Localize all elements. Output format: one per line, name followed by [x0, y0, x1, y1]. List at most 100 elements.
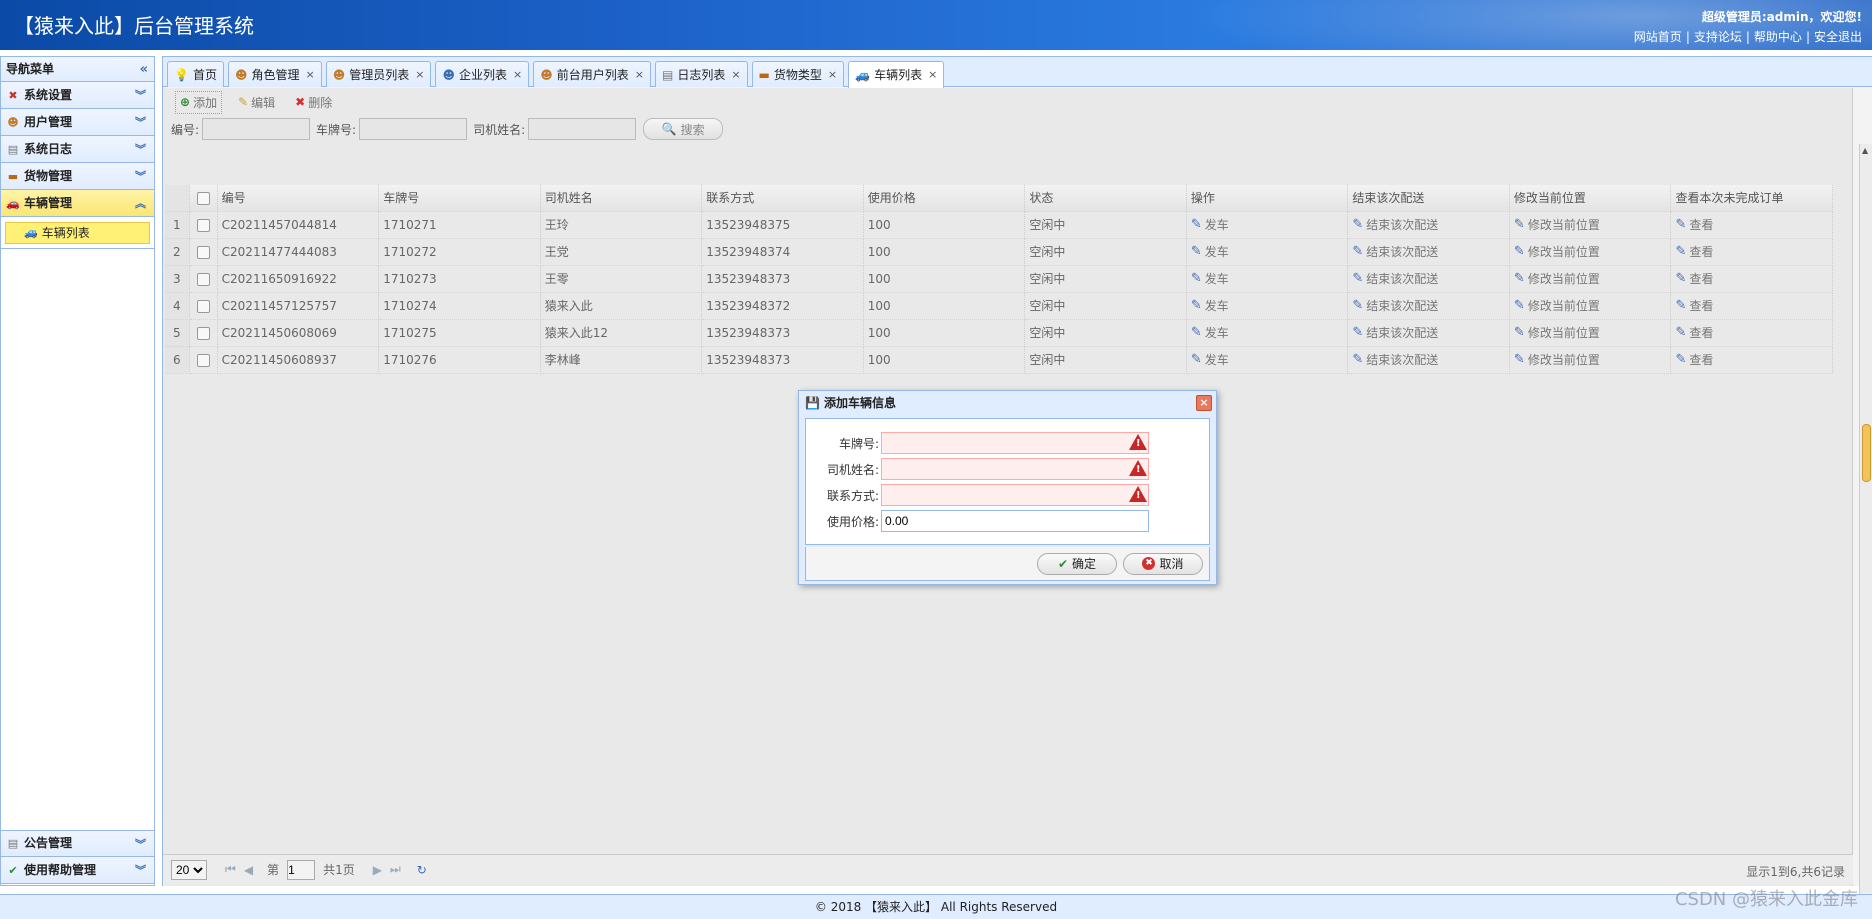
- select-all-checkbox[interactable]: [196, 191, 210, 205]
- refresh-icon[interactable]: ↻: [417, 863, 427, 877]
- col-header-end-delivery[interactable]: 结束该次配送: [1347, 185, 1510, 212]
- send-vehicle-link[interactable]: ✎ 发车: [1191, 351, 1229, 368]
- link-logout[interactable]: 安全退出: [1814, 30, 1862, 44]
- close-icon[interactable]: ×: [928, 63, 937, 87]
- end-delivery-link[interactable]: ✎ 结束该次配送: [1352, 216, 1438, 233]
- close-icon[interactable]: ×: [731, 63, 740, 87]
- tab-goods-type[interactable]: ▬ 货物类型 ×: [751, 61, 845, 87]
- modify-location-link[interactable]: ✎ 修改当前位置: [1514, 324, 1600, 341]
- table-row[interactable]: 5 C20211450608069 1710275 猿来入此12 13523948373…: [165, 319, 1833, 347]
- phone-field[interactable]: [881, 484, 1149, 506]
- row-checkbox[interactable]: [196, 218, 210, 232]
- sidebar-item-system-log[interactable]: ▤ 系统日志 ︾: [1, 136, 154, 163]
- number-search-input[interactable]: [202, 118, 311, 140]
- plate-search-input[interactable]: [359, 118, 468, 140]
- last-page-icon[interactable]: ⏭: [390, 862, 401, 877]
- close-icon[interactable]: ×: [635, 63, 644, 87]
- modify-location-link[interactable]: ✎ 修改当前位置: [1514, 270, 1600, 287]
- driver-name-field[interactable]: [881, 458, 1149, 480]
- chevron-down-icon[interactable]: ︾: [135, 163, 146, 190]
- cancel-button[interactable]: ✖ 取消: [1123, 552, 1203, 575]
- col-header-status[interactable]: 状态: [1024, 185, 1187, 212]
- sidebar-item-vehicle-management[interactable]: 🚗 车辆管理 ︽: [1, 190, 154, 217]
- chevron-down-icon[interactable]: ︾: [135, 136, 146, 163]
- price-field[interactable]: [881, 510, 1149, 532]
- end-delivery-link[interactable]: ✎ 结束该次配送: [1352, 297, 1438, 314]
- close-icon[interactable]: ×: [306, 63, 315, 87]
- row-checkbox[interactable]: [196, 353, 210, 367]
- modify-location-link[interactable]: ✎ 修改当前位置: [1514, 351, 1600, 368]
- edit-button[interactable]: ✎ 编辑: [234, 92, 279, 113]
- tab-home[interactable]: 💡 首页: [167, 61, 224, 87]
- next-page-icon[interactable]: ▶: [373, 863, 382, 877]
- end-delivery-link[interactable]: ✎ 结束该次配送: [1352, 351, 1438, 368]
- chevron-up-icon[interactable]: ︽: [135, 190, 146, 217]
- dialog-header[interactable]: 💾 添加车辆信息 ×: [799, 391, 1216, 416]
- col-header-driver[interactable]: 司机姓名: [540, 185, 703, 212]
- sidebar-item-goods-management[interactable]: ▬ 货物管理 ︾: [1, 163, 154, 190]
- sidebar-item-notice-management[interactable]: ▤ 公告管理 ︾: [1, 830, 154, 857]
- col-header-price[interactable]: 使用价格: [863, 185, 1026, 212]
- tab-admin-list[interactable]: ☻ 管理员列表 ×: [325, 61, 432, 87]
- modify-location-link[interactable]: ✎ 修改当前位置: [1514, 243, 1600, 260]
- end-delivery-link[interactable]: ✎ 结束该次配送: [1352, 243, 1438, 260]
- search-button[interactable]: 🔍 搜索: [643, 118, 724, 140]
- sidebar-item-system-settings[interactable]: ✖ 系统设置 ︾: [1, 82, 154, 109]
- tab-vehicle-list[interactable]: 🚙 车辆列表 ×: [848, 61, 945, 88]
- link-site-home[interactable]: 网站首页: [1634, 30, 1682, 44]
- scroll-up-icon[interactable]: ▲: [1862, 146, 1868, 155]
- close-icon[interactable]: ×: [415, 63, 424, 87]
- row-checkbox[interactable]: [196, 245, 210, 259]
- send-vehicle-link[interactable]: ✎ 发车: [1191, 216, 1229, 233]
- link-help-center[interactable]: 帮助中心: [1754, 30, 1802, 44]
- prev-page-icon[interactable]: ◀: [244, 863, 253, 877]
- page-number-input[interactable]: [287, 859, 316, 880]
- link-forum[interactable]: 支持论坛: [1694, 30, 1742, 44]
- col-header-view-orders[interactable]: 查看本次未完成订单: [1670, 185, 1833, 212]
- col-header-plate[interactable]: 车牌号: [378, 185, 541, 212]
- send-vehicle-link[interactable]: ✎ 发车: [1191, 270, 1229, 287]
- chevron-down-icon[interactable]: ︾: [135, 857, 146, 884]
- col-header-operation[interactable]: 操作: [1186, 185, 1349, 212]
- delete-button[interactable]: ✖ 删除: [291, 92, 336, 113]
- table-row[interactable]: 1 C20211457044814 1710271 王玲 13523948375 100 空…: [165, 211, 1833, 239]
- page-size-select[interactable]: 20: [171, 859, 207, 880]
- sidebar-subitem-vehicle-list[interactable]: 🚙 车辆列表: [5, 222, 150, 244]
- col-header-modify-location[interactable]: 修改当前位置: [1509, 185, 1672, 212]
- chevron-down-icon[interactable]: ︾: [135, 109, 146, 136]
- row-checkbox[interactable]: [196, 272, 210, 286]
- table-row[interactable]: 6 C20211450608937 1710276 李林峰 13523948373 100…: [165, 346, 1833, 374]
- col-header-number[interactable]: 编号: [217, 185, 380, 212]
- chevron-down-icon[interactable]: ︾: [135, 831, 146, 858]
- add-button[interactable]: ⊕ 添加: [175, 90, 223, 114]
- send-vehicle-link[interactable]: ✎ 发车: [1191, 324, 1229, 341]
- row-checkbox[interactable]: [196, 299, 210, 313]
- table-row[interactable]: 4 C20211457125757 1710274 猿来入此 13523948372 10…: [165, 292, 1833, 320]
- collapse-sidebar-icon[interactable]: «: [140, 57, 148, 82]
- view-orders-link[interactable]: ✎ 查看: [1675, 243, 1713, 260]
- view-orders-link[interactable]: ✎ 查看: [1675, 270, 1713, 287]
- close-icon[interactable]: ×: [1196, 395, 1212, 411]
- view-orders-link[interactable]: ✎ 查看: [1675, 324, 1713, 341]
- view-orders-link[interactable]: ✎ 查看: [1675, 351, 1713, 368]
- tab-frontend-user-list[interactable]: ☻ 前台用户列表 ×: [533, 61, 651, 87]
- table-row[interactable]: 2 C20211477444083 1710272 王党 13523948374 100 空…: [165, 238, 1833, 266]
- end-delivery-link[interactable]: ✎ 结束该次配送: [1352, 270, 1438, 287]
- tab-enterprise-list[interactable]: ☻ 企业列表 ×: [435, 61, 530, 87]
- view-orders-link[interactable]: ✎ 查看: [1675, 297, 1713, 314]
- chevron-down-icon[interactable]: ︾: [135, 82, 146, 109]
- close-icon[interactable]: ×: [513, 63, 522, 87]
- plate-field[interactable]: [881, 432, 1149, 454]
- end-delivery-link[interactable]: ✎ 结束该次配送: [1352, 324, 1438, 341]
- modify-location-link[interactable]: ✎ 修改当前位置: [1514, 297, 1600, 314]
- tab-role-management[interactable]: ☻ 角色管理 ×: [227, 61, 322, 87]
- row-checkbox[interactable]: [196, 326, 210, 340]
- col-header-phone[interactable]: 联系方式: [701, 185, 864, 212]
- table-row[interactable]: 3 C20211650916922 1710273 王零 13523948373 100 空…: [165, 265, 1833, 293]
- sidebar-item-user-management[interactable]: ☻ 用户管理 ︾: [1, 109, 154, 136]
- driver-search-input[interactable]: [528, 118, 637, 140]
- sidebar-item-help-management[interactable]: ✔ 使用帮助管理 ︾: [1, 857, 154, 884]
- send-vehicle-link[interactable]: ✎ 发车: [1191, 297, 1229, 314]
- modify-location-link[interactable]: ✎ 修改当前位置: [1514, 216, 1600, 233]
- tab-log-list[interactable]: ▤ 日志列表 ×: [654, 61, 748, 87]
